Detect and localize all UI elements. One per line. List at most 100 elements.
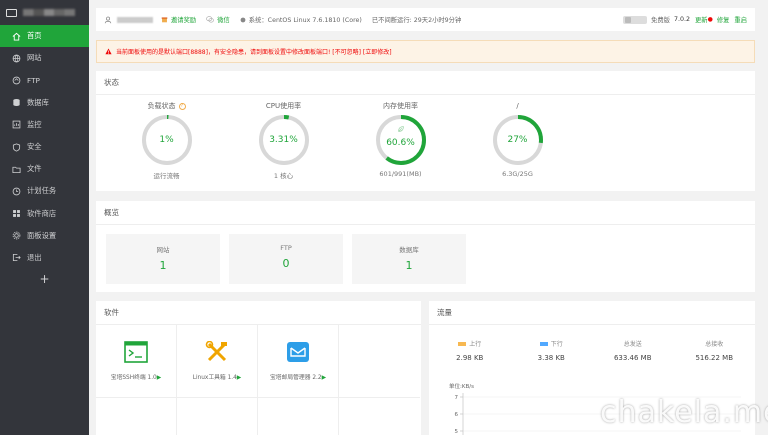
software-slot-empty[interactable] bbox=[96, 398, 177, 435]
database-icon bbox=[12, 98, 21, 107]
y-tick-label: 6 bbox=[455, 412, 459, 418]
server-name-blurred bbox=[23, 9, 75, 16]
software-item-mail[interactable]: 宝塔邮局管理器 2.2▶ bbox=[258, 325, 339, 398]
add-menu-button[interactable]: + bbox=[0, 272, 89, 286]
disk-gauge[interactable]: / 27% 6.3G/25G bbox=[459, 95, 576, 180]
tools-icon bbox=[205, 340, 227, 362]
overview-websites[interactable]: 网站 1 bbox=[106, 234, 220, 284]
traffic-value: 2.98 KB bbox=[456, 354, 484, 362]
traffic-label: 总接收 bbox=[705, 341, 724, 348]
software-slot-empty[interactable] bbox=[339, 325, 420, 398]
traffic-label: 下行 bbox=[550, 341, 563, 348]
software-name: 宝塔SSH终端 1.0 bbox=[110, 375, 157, 381]
software-slot-empty[interactable] bbox=[177, 398, 258, 435]
alert-text: 当前面板使用的是默认端口[8888]，有安全隐患，请到面板设置中修改面板端口! … bbox=[116, 49, 392, 56]
overview-label: 数据库 bbox=[399, 246, 419, 254]
chart-unit-label: 单位:KB/s bbox=[449, 384, 474, 390]
play-icon: ▶ bbox=[321, 375, 327, 381]
software-slot-empty[interactable] bbox=[258, 398, 339, 435]
wechat-label: 微信 bbox=[217, 17, 230, 24]
traffic-label: 总发送 bbox=[623, 341, 642, 348]
y-tick-label: 7 bbox=[455, 395, 459, 401]
store-icon bbox=[12, 209, 21, 218]
sidebar-item-monitor[interactable]: 监控 bbox=[0, 114, 89, 136]
sidebar-item-label: 面板设置 bbox=[27, 230, 57, 240]
gauge-label: 内存使用率 bbox=[383, 102, 418, 110]
sidebar-item-cron[interactable]: 计划任务 bbox=[0, 180, 89, 202]
traffic-title: 流量 bbox=[429, 301, 755, 325]
update-link[interactable]: 更新 bbox=[695, 15, 708, 24]
sidebar-item-files[interactable]: 文件 bbox=[0, 158, 89, 180]
mail-icon bbox=[287, 342, 309, 362]
warning-icon bbox=[105, 48, 112, 55]
home-icon bbox=[12, 32, 21, 41]
sidebar-item-logout[interactable]: 退出 bbox=[0, 247, 89, 269]
port-warning-alert: 当前面板使用的是默认端口[8888]，有安全隐患，请到面板设置中修改面板端口! … bbox=[96, 40, 755, 63]
gift-icon bbox=[161, 17, 168, 23]
ftp-icon bbox=[12, 76, 21, 85]
software-item-ssh[interactable]: 宝塔SSH终端 1.0▶ bbox=[96, 325, 177, 398]
traffic-value: 516.22 MB bbox=[695, 354, 734, 362]
software-item-toolbox[interactable]: Linux工具箱 1.4▶ bbox=[177, 325, 258, 398]
traffic-label: 上行 bbox=[469, 341, 482, 348]
sidebar-item-ftp[interactable]: FTP bbox=[0, 69, 89, 91]
load-gauge[interactable]: 负载状态? 1% 运行流畅 bbox=[108, 95, 225, 180]
system-icon bbox=[240, 17, 246, 22]
top-header: 邀请奖励 微信 系统：CentOS Linux 7.6.1810 (Core) … bbox=[96, 8, 755, 31]
sidebar-item-database[interactable]: 数据库 bbox=[0, 92, 89, 114]
software-name: Linux工具箱 1.4 bbox=[192, 375, 237, 381]
cpu-gauge[interactable]: CPU使用率 3.31% 1 核心 bbox=[225, 95, 342, 180]
wechat-icon bbox=[206, 16, 214, 23]
play-icon: ▶ bbox=[236, 375, 242, 381]
status-title: 状态 bbox=[96, 71, 755, 95]
globe-icon bbox=[12, 54, 21, 63]
user-icon bbox=[104, 16, 112, 23]
memory-gauge[interactable]: 内存使用率 60.6% 601/991(MB) bbox=[342, 95, 459, 180]
gauge-value: 3.31% bbox=[269, 135, 298, 145]
sidebar-item-label: 安全 bbox=[27, 142, 42, 152]
clock-icon bbox=[12, 187, 21, 196]
upload-swatch-icon bbox=[458, 341, 467, 346]
logo bbox=[0, 0, 89, 25]
sidebar-item-store[interactable]: 软件商店 bbox=[0, 203, 89, 225]
sidebar-item-home[interactable]: 首页 bbox=[0, 25, 89, 48]
sidebar-item-settings[interactable]: 面板设置 bbox=[0, 225, 89, 247]
download-swatch-icon bbox=[539, 341, 548, 346]
settings-icon bbox=[12, 231, 21, 240]
username-blurred bbox=[117, 16, 153, 23]
system-label: 系统：CentOS Linux 7.6.1810 (Core) bbox=[248, 17, 362, 24]
update-dot-icon: ● bbox=[707, 16, 713, 23]
overview-title: 概览 bbox=[96, 201, 755, 225]
sidebar-item-security[interactable]: 安全 bbox=[0, 136, 89, 158]
shield-icon bbox=[12, 142, 21, 152]
edition-label: 免费版 bbox=[651, 17, 670, 24]
gauge-sub: 运行流畅 bbox=[153, 172, 180, 180]
folder-icon bbox=[12, 165, 21, 174]
restart-link[interactable]: 重启 bbox=[734, 15, 747, 24]
reward-link[interactable]: 邀请奖励 bbox=[161, 15, 196, 24]
traffic-download: 下行 3.38 KB bbox=[511, 339, 593, 362]
sidebar-item-label: 软件商店 bbox=[27, 208, 57, 218]
traffic-total-received: 总接收 516.22 MB bbox=[674, 339, 756, 362]
system-info: 系统：CentOS Linux 7.6.1810 (Core) bbox=[240, 15, 362, 24]
edition-badge-icon bbox=[623, 15, 648, 24]
traffic-upload: 上行 2.98 KB bbox=[429, 339, 511, 362]
traffic-value: 633.46 MB bbox=[613, 354, 652, 362]
status-panel: 状态 负载状态? 1% 运行流畅 CPU使用率 3.31% 1 核心 内存使用率… bbox=[96, 71, 755, 191]
software-title: 软件 bbox=[96, 301, 421, 325]
software-slot-empty[interactable] bbox=[339, 398, 420, 435]
wechat-link[interactable]: 微信 bbox=[206, 15, 230, 24]
gauge-label: / bbox=[516, 102, 519, 110]
sidebar-item-label: 首页 bbox=[27, 31, 42, 41]
overview-databases[interactable]: 数据库 1 bbox=[352, 234, 466, 284]
overview-ftp[interactable]: FTP 0 bbox=[229, 234, 343, 284]
sidebar-item-label: FTP bbox=[27, 75, 40, 85]
repair-link[interactable]: 修复 bbox=[717, 15, 730, 24]
software-panel: 软件 宝塔SSH终端 1.0▶ Linux工具箱 1.4▶ 宝塔邮局管理器 2.… bbox=[96, 301, 421, 435]
help-icon[interactable]: ? bbox=[178, 102, 186, 110]
overview-label: 网站 bbox=[156, 246, 170, 254]
overview-count: 1 bbox=[159, 259, 167, 272]
gauge-value: 60.6% bbox=[386, 138, 415, 148]
sidebar-item-website[interactable]: 网站 bbox=[0, 47, 89, 69]
traffic-value: 3.38 KB bbox=[537, 354, 565, 362]
